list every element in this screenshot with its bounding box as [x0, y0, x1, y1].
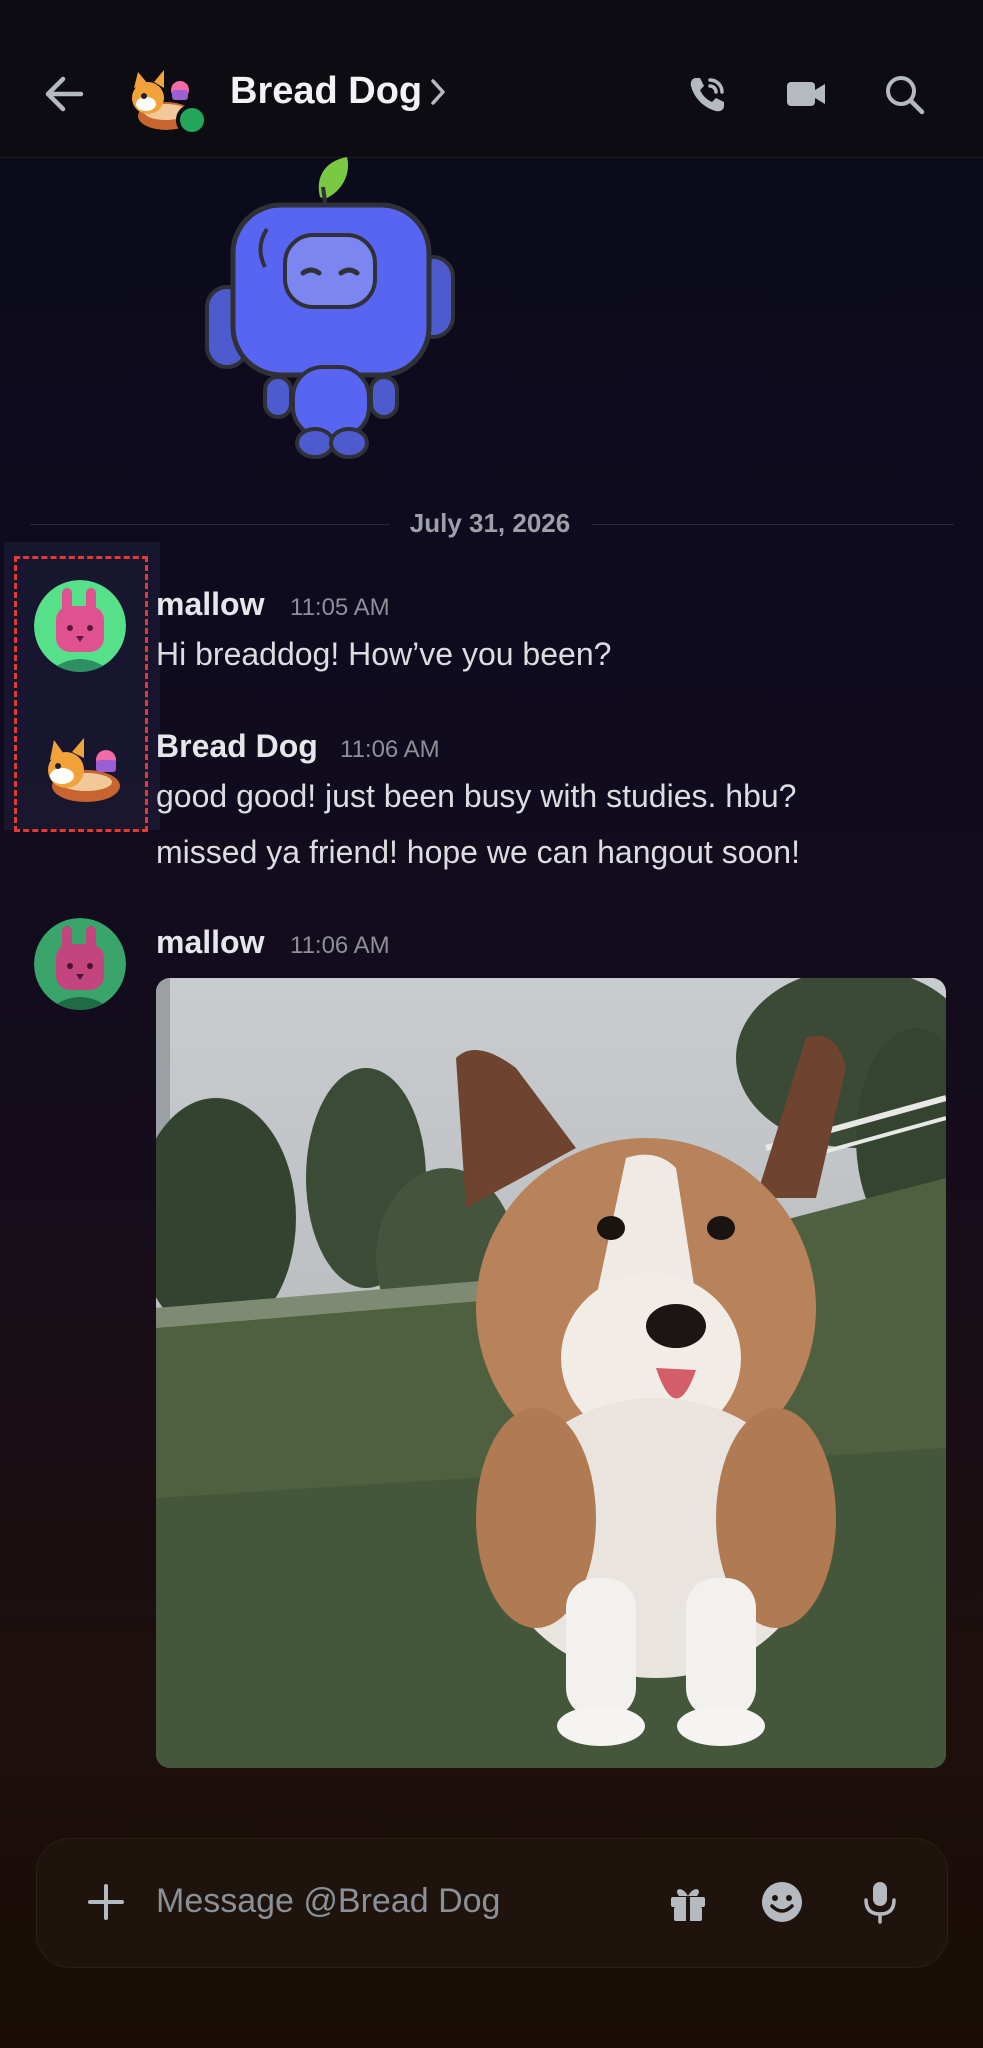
message-author[interactable]: Bread Dog [156, 728, 318, 765]
message-author[interactable]: mallow [156, 924, 264, 961]
gift-icon [671, 1889, 705, 1921]
gift-button[interactable] [660, 1874, 716, 1930]
wumpus-illustration [205, 157, 455, 459]
avatar[interactable] [34, 580, 126, 672]
phone-call-icon [690, 78, 724, 112]
message-timestamp: 11:06 AM [290, 932, 390, 959]
message-timestamp: 11:06 AM [340, 736, 440, 763]
emoji-icon [762, 1882, 802, 1922]
voice-message-button[interactable] [852, 1874, 908, 1930]
date-divider: July 31, 2026 [409, 508, 571, 538]
image-attachment[interactable] [156, 978, 946, 1768]
search-button[interactable] [876, 66, 932, 122]
plus-icon [88, 1884, 124, 1920]
arrow-left-icon [45, 76, 84, 112]
date-divider-line-left [30, 524, 390, 525]
mallow-avatar-icon [34, 918, 126, 1010]
video-call-button[interactable] [778, 66, 834, 122]
search-icon [886, 76, 925, 115]
message-text: missed ya friend! hope we can hangout so… [156, 834, 800, 870]
bread-dog-avatar-icon [48, 738, 120, 802]
add-attachment-button[interactable] [78, 1874, 134, 1930]
microphone-icon [864, 1882, 896, 1924]
online-status-dot [176, 104, 208, 136]
message-text: Hi breaddog! How’ve you been? [156, 636, 612, 672]
voice-call-button[interactable] [680, 66, 736, 122]
message-input[interactable]: Message @Bread Dog [156, 1882, 500, 1921]
channel-title[interactable]: Bread Dog [230, 70, 422, 113]
corgi-photo [156, 978, 946, 1768]
emoji-button[interactable] [754, 1874, 810, 1930]
video-camera-icon [787, 82, 825, 106]
avatar[interactable] [34, 918, 126, 1010]
message-author[interactable]: mallow [156, 586, 264, 623]
back-button[interactable] [36, 66, 92, 122]
chevron-right-icon[interactable] [428, 76, 448, 108]
mallow-avatar-icon [34, 580, 126, 672]
message-timestamp: 11:05 AM [290, 594, 390, 621]
avatar[interactable] [34, 730, 126, 822]
date-divider-line-right [592, 524, 954, 525]
message-text: good good! just been busy with studies. … [156, 778, 797, 814]
chat-header: Bread Dog [0, 0, 983, 158]
